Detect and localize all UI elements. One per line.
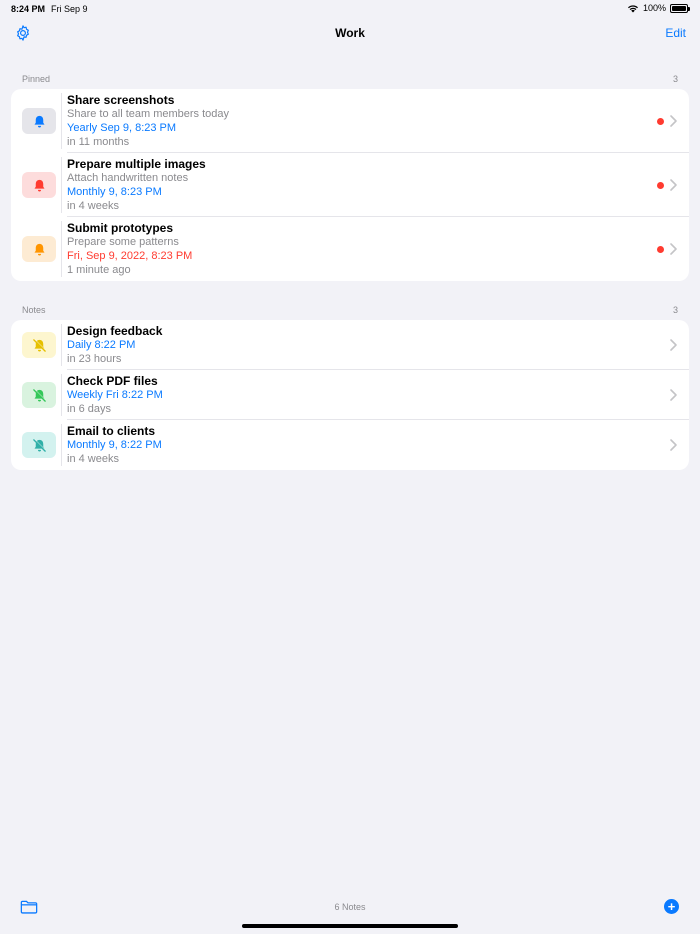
item-date: Yearly Sep 9, 8:23 PM [67, 122, 177, 134]
list-item[interactable]: Design feedback Daily 8:22 PM in 23 hours [11, 320, 689, 370]
item-relative-time: 1 minute ago [67, 264, 131, 276]
bell-icon [22, 108, 56, 134]
battery-percent: 100% [642, 3, 666, 13]
list-item[interactable]: Prepare multiple images Attach handwritte… [11, 153, 689, 217]
section-count: 3 [672, 74, 678, 84]
status-indicators: 100% [627, 3, 690, 13]
item-title: Prepare multiple images [67, 157, 206, 171]
battery-icon [670, 3, 690, 13]
row-divider [61, 324, 62, 366]
item-subtitle: Share to all team members today [67, 108, 230, 120]
chevron-right-icon [670, 243, 677, 255]
row-divider [61, 424, 62, 466]
row-divider [61, 221, 62, 277]
row-text: Submit prototypes Prepare some patterns Fr… [67, 221, 649, 277]
section-header-notes: Notes 3 [22, 305, 678, 315]
list-item[interactable]: Check PDF files Weekly Fri 8:22 PM in 6 da… [11, 370, 689, 420]
section-card-notes: Design feedback Daily 8:22 PM in 23 hours C… [11, 320, 689, 470]
item-title: Design feedback [67, 324, 163, 338]
chevron-right-icon [670, 389, 677, 401]
item-title: Submit prototypes [67, 221, 174, 235]
notes-count: 6 Notes [334, 902, 366, 912]
item-relative-time: in 4 weeks [67, 453, 119, 465]
row-text: Check PDF files Weekly Fri 8:22 PM in 6 da… [67, 374, 649, 416]
item-relative-time: in 11 months [67, 136, 130, 148]
item-title: Share screenshots [67, 93, 175, 107]
status-bar: 8:24 PM Fri Sep 9 100% [0, 0, 700, 18]
section-title: Notes [22, 305, 46, 315]
item-date: Fri, Sep 9, 2022, 8:23 PM [67, 250, 193, 262]
bell-icon [22, 172, 56, 198]
bell-slash-icon [22, 432, 56, 458]
nav-bar: Work Edit [0, 22, 700, 46]
row-divider [61, 157, 62, 213]
item-date: Monthly 9, 8:23 PM [67, 186, 162, 198]
list-item[interactable]: Submit prototypes Prepare some patterns Fr… [11, 217, 689, 281]
row-divider [61, 93, 62, 149]
row-text: Email to clients Monthly 9, 8:22 PM in 4 w… [67, 424, 649, 466]
chevron-right-icon [670, 439, 677, 451]
item-title: Email to clients [67, 424, 156, 438]
page-title: Work [335, 26, 365, 40]
chevron-right-icon [670, 339, 677, 351]
section-title: Pinned [22, 74, 51, 84]
chevron-right-icon [670, 115, 677, 127]
item-relative-time: in 23 hours [67, 353, 122, 365]
edit-button[interactable]: Edit [665, 26, 686, 40]
status-time: 8:24 PM [11, 4, 46, 14]
item-relative-time: in 4 weeks [67, 200, 119, 212]
item-date: Daily 8:22 PM [67, 339, 136, 351]
item-date: Monthly 9, 8:22 PM [67, 439, 162, 451]
item-relative-time: in 6 days [67, 403, 112, 415]
chevron-right-icon [670, 179, 677, 191]
item-subtitle: Prepare some patterns [67, 236, 179, 248]
home-indicator [242, 924, 458, 928]
unread-dot [657, 181, 664, 189]
bell-slash-icon [22, 332, 56, 358]
section-count: 3 [672, 305, 678, 315]
bell-icon [22, 236, 56, 262]
item-subtitle: Attach handwritten notes [67, 172, 189, 184]
bottom-toolbar: 6 Notes + [0, 895, 700, 919]
list-item[interactable]: Email to clients Monthly 9, 8:22 PM in 4 w… [11, 420, 689, 470]
item-date: Weekly Fri 8:22 PM [67, 389, 163, 401]
row-text: Prepare multiple images Attach handwritte… [67, 157, 649, 213]
unread-dot [657, 117, 664, 125]
wifi-icon [627, 4, 638, 12]
list-item[interactable]: Share screenshots Share to all team membe… [11, 89, 689, 153]
section-header-pinned: Pinned 3 [22, 74, 678, 84]
row-text: Design feedback Daily 8:22 PM in 23 hours [67, 324, 649, 366]
row-text: Share screenshots Share to all team membe… [67, 93, 649, 149]
section-card-pinned: Share screenshots Share to all team membe… [11, 89, 689, 281]
item-title: Check PDF files [67, 374, 158, 388]
plus-circle-icon[interactable]: + [664, 899, 679, 914]
unread-dot [657, 245, 664, 253]
bell-slash-icon [22, 382, 56, 408]
status-date: Fri Sep 9 [51, 4, 88, 14]
row-divider [61, 374, 62, 416]
